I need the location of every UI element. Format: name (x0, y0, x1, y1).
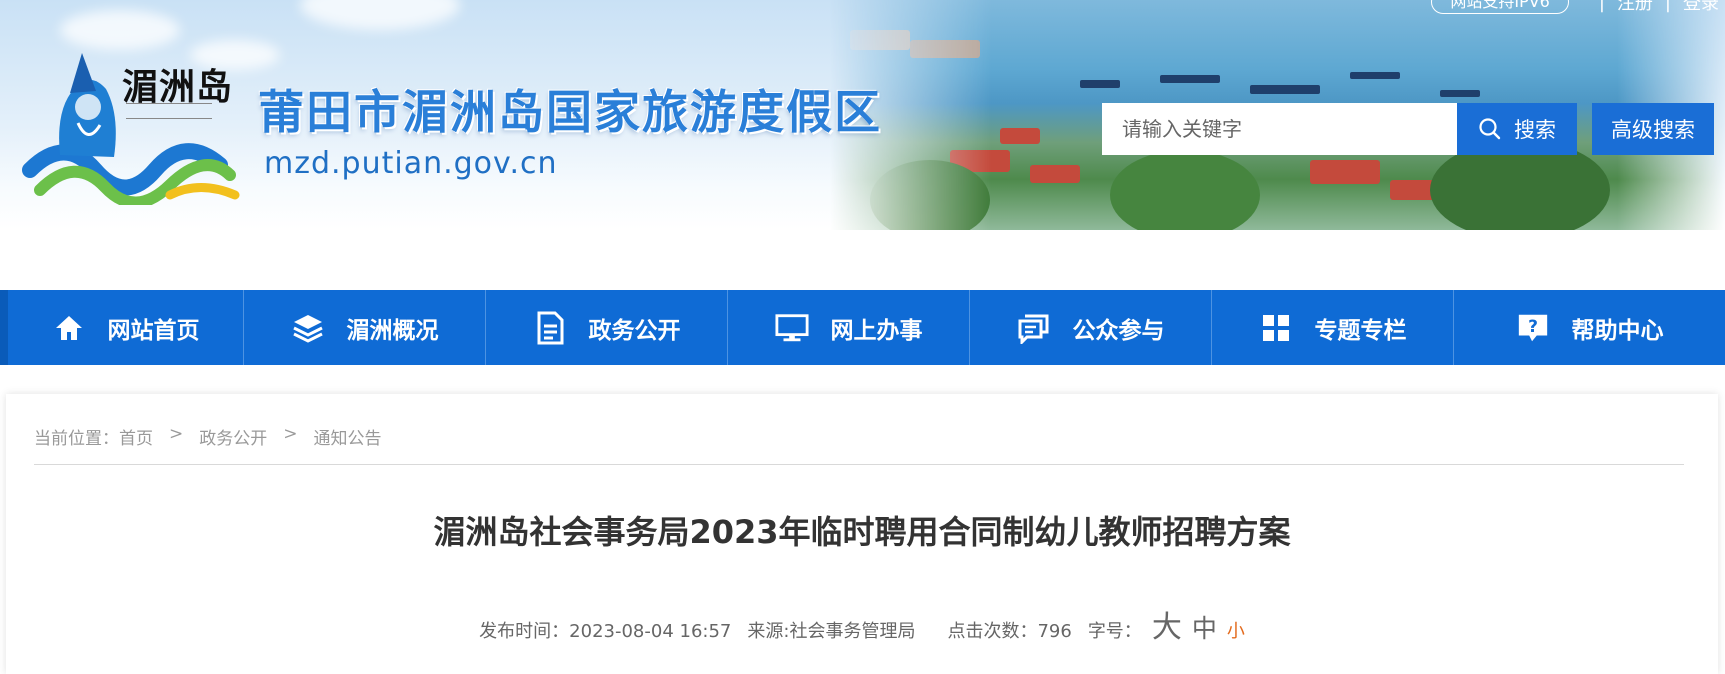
main-nav: 网站首页 湄洲概况 政务公开 网上办事 公众参与 专题专栏 ? 帮助中心 (0, 290, 1725, 365)
chat-icon (1017, 311, 1051, 345)
font-size-small-button[interactable]: 小 (1227, 617, 1245, 643)
breadcrumb-separator: > (283, 424, 298, 444)
header-banner: 湄洲岛 莆田市湄洲岛国家旅游度假区 mzd.putian.gov.cn 网站支持… (0, 0, 1725, 230)
nav-item-label: 网站首页 (107, 317, 200, 344)
top-links: 网站支持IPV6 | 注册 | 登录 (1431, 0, 1725, 14)
nav-item-home[interactable]: 网站首页 (0, 290, 244, 365)
source: 社会事务管理局 (789, 621, 916, 642)
ipv6-badge: 网站支持IPV6 (1431, 0, 1569, 14)
register-link[interactable]: 注册 (1617, 0, 1653, 15)
nav-item-label: 帮助中心 (1571, 317, 1664, 344)
source-label: 来源: (747, 621, 790, 642)
article-title: 湄洲岛社会事务局2023年临时聘用合同制幼儿教师招聘方案 (433, 513, 1291, 551)
nav-item-help[interactable]: ? 帮助中心 (1454, 290, 1725, 365)
nav-item-online-services[interactable]: 网上办事 (728, 290, 970, 365)
help-icon: ? (1516, 311, 1550, 345)
font-size-medium-button[interactable]: 中 (1192, 609, 1217, 645)
search-button[interactable]: 搜索 (1457, 103, 1577, 155)
nav-item-label: 政务公开 (588, 317, 681, 344)
breadcrumb-prefix: 当前位置： (34, 429, 119, 449)
advanced-search-button[interactable]: 高级搜索 (1592, 103, 1714, 155)
nav-item-label: 公众参与 (1072, 317, 1165, 344)
layers-icon (291, 311, 325, 345)
nav-item-gov-affairs[interactable]: 政务公开 (486, 290, 728, 365)
article-meta: 发布时间： 2023-08-04 16:57 来源: 社会事务管理局 点击次数：… (6, 602, 1718, 646)
document-icon (533, 311, 567, 345)
publish-time-label: 发布时间： (479, 621, 570, 642)
font-size-large-button[interactable]: 大 (1152, 602, 1182, 646)
login-link[interactable]: 登录 (1683, 0, 1719, 15)
breadcrumb: 当前位置： 首页 > 政务公开 > 通知公告 (34, 424, 1684, 465)
breadcrumb-gov-affairs-link[interactable]: 政务公开 (199, 424, 267, 449)
search-button-label: 搜索 (1514, 118, 1556, 142)
nav-item-special-topics[interactable]: 专题专栏 (1212, 290, 1454, 365)
click-count: 796 (1037, 621, 1072, 642)
nav-item-label: 网上办事 (830, 317, 923, 344)
breadcrumb-notices-link[interactable]: 通知公告 (314, 424, 382, 449)
grid-icon (1259, 311, 1293, 345)
site-domain: mzd.putian.gov.cn (264, 146, 558, 181)
monitor-icon (774, 311, 809, 345)
search-input[interactable] (1102, 103, 1457, 155)
breadcrumb-home-link[interactable]: 首页 (119, 424, 153, 449)
breadcrumb-separator: > (169, 424, 184, 444)
svg-text:?: ? (1528, 316, 1538, 336)
site-title: 莆田市湄洲岛国家旅游度假区 (258, 85, 882, 139)
cloud-decoration (300, 0, 460, 30)
nav-item-label: 湄洲概况 (346, 317, 439, 344)
nav-item-participation[interactable]: 公众参与 (970, 290, 1212, 365)
article-panel: 当前位置： 首页 > 政务公开 > 通知公告 湄洲岛社会事务局2023年临时聘用… (6, 394, 1718, 674)
cloud-decoration (60, 10, 180, 50)
search-icon (1479, 118, 1501, 140)
logo-subtext (126, 103, 212, 119)
nav-item-label: 专题专栏 (1314, 317, 1407, 344)
font-size-label: 字号： (1087, 621, 1142, 642)
nav-item-overview[interactable]: 湄洲概况 (244, 290, 486, 365)
click-count-label: 点击次数： (947, 621, 1038, 642)
home-icon (52, 311, 86, 345)
publish-time: 2023-08-04 16:57 (569, 621, 732, 642)
